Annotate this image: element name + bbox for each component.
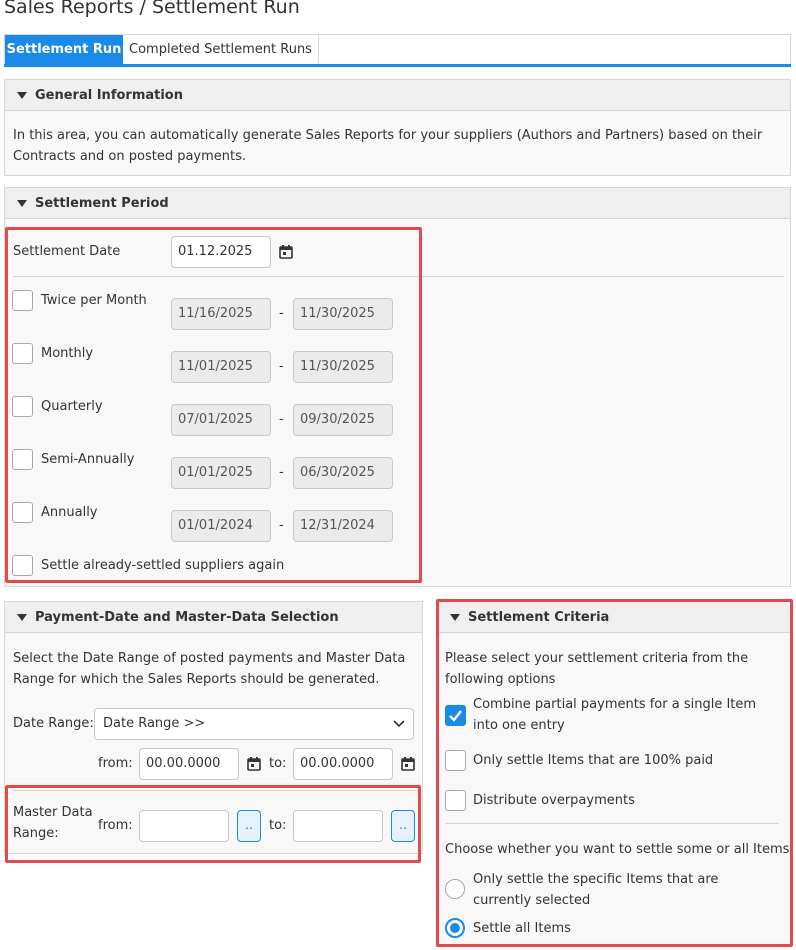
collapse-triangle-icon: [17, 614, 27, 621]
settlement-period-highlight: [5, 227, 422, 583]
tab-completed-settlement-runs[interactable]: Completed Settlement Runs: [123, 35, 319, 65]
tab-bar: Settlement Run Completed Settlement Runs: [4, 34, 791, 66]
tab-settlement-run[interactable]: Settlement Run: [5, 35, 123, 65]
payment-date-title: Payment-Date and Master-Data Selection: [35, 610, 339, 625]
collapse-triangle-icon: [17, 92, 27, 99]
date-range-value: Date Range >>: [103, 716, 206, 731]
settlement-period-title: Settlement Period: [35, 196, 169, 211]
general-information-panel: General Information In this area, you ca…: [4, 79, 791, 176]
payment-date-text: Select the Date Range of posted payments…: [13, 651, 406, 687]
general-information-header[interactable]: General Information: [5, 80, 790, 111]
chevron-down-icon: [393, 720, 405, 728]
payment-to-input[interactable]: 00.00.0000: [293, 748, 393, 780]
calendar-icon[interactable]: [401, 757, 415, 771]
date-range-label: Date Range:: [13, 716, 94, 731]
payment-date-header[interactable]: Payment-Date and Master-Data Selection: [5, 602, 422, 633]
date-range-select[interactable]: Date Range >>: [94, 708, 414, 740]
general-information-title: General Information: [35, 88, 183, 103]
from-label: from:: [98, 756, 133, 771]
settlement-period-header[interactable]: Settlement Period: [5, 188, 790, 219]
page-title: Sales Reports / Settlement Run: [4, 0, 300, 18]
settlement-criteria-highlight: [436, 599, 793, 947]
tab-underline: [4, 64, 791, 67]
master-data-highlight: [5, 785, 421, 863]
payment-from-input[interactable]: 00.00.0000: [139, 748, 239, 780]
collapse-triangle-icon: [17, 200, 27, 207]
calendar-icon[interactable]: [247, 757, 261, 771]
to-label: to:: [269, 756, 287, 771]
general-information-text: In this area, you can automatically gene…: [13, 128, 763, 164]
